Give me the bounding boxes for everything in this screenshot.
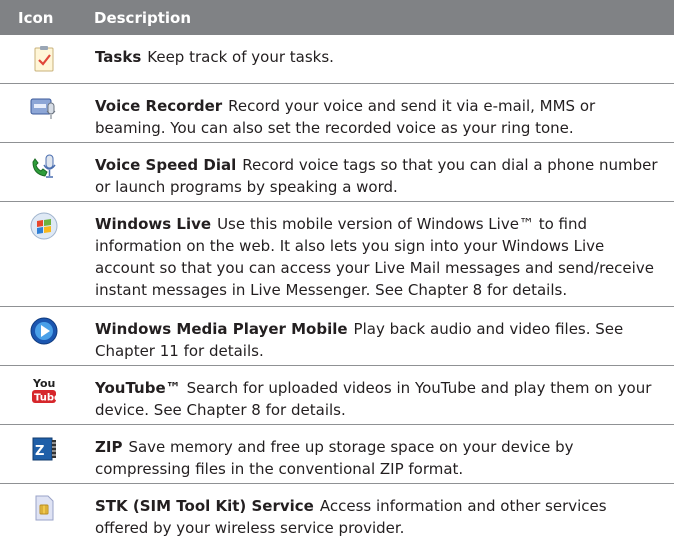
program-name: ZIP: [95, 438, 123, 456]
youtube-icon: You Tube: [0, 366, 88, 424]
program-name: Tasks: [95, 48, 142, 66]
table-header: Icon Description: [0, 0, 674, 35]
program-name: YouTube™: [95, 379, 181, 397]
program-name: Voice Speed Dial: [95, 156, 237, 174]
table-row: Z ZIP Save memory and free up storage spa…: [0, 425, 674, 484]
svg-text:You: You: [32, 377, 55, 390]
stk-service-icon: [0, 484, 88, 544]
svg-text:Z: Z: [35, 444, 44, 459]
table-row: Windows Media Player Mobile Play back aud…: [0, 307, 674, 366]
table-row: Windows Live Use this mobile version of W…: [0, 202, 674, 307]
windows-media-player-icon: [0, 307, 88, 365]
program-name: STK (SIM Tool Kit) Service: [95, 497, 314, 515]
table-row: STK (SIM Tool Kit) Service Access informa…: [0, 484, 674, 544]
table-row: You Tube YouTube™ Search for uploaded vide…: [0, 366, 674, 425]
zip-icon: Z: [0, 425, 88, 483]
program-name: Windows Media Player Mobile: [95, 320, 348, 338]
description-column-header: Description: [94, 8, 192, 27]
svg-text:Tube: Tube: [34, 393, 59, 404]
table-row: Voice Speed Dial Record voice tags so tha…: [0, 143, 674, 202]
program-table: Icon Description Tasks Keep track of your…: [0, 0, 674, 544]
voice-recorder-icon: [0, 84, 88, 142]
table-row: Voice Recorder Record your voice and send…: [0, 84, 674, 143]
icon-column-header: Icon: [18, 8, 54, 27]
voice-speed-dial-icon: [0, 143, 88, 201]
program-description: Save memory and free up storage space on…: [95, 438, 574, 478]
program-name: Voice Recorder: [95, 97, 223, 115]
program-name: Windows Live: [95, 215, 212, 233]
windows-live-icon: [0, 202, 88, 306]
table-row: Tasks Keep track of your tasks.: [0, 35, 674, 84]
program-description: Keep track of your tasks.: [147, 48, 334, 66]
tasks-icon: [0, 35, 88, 83]
